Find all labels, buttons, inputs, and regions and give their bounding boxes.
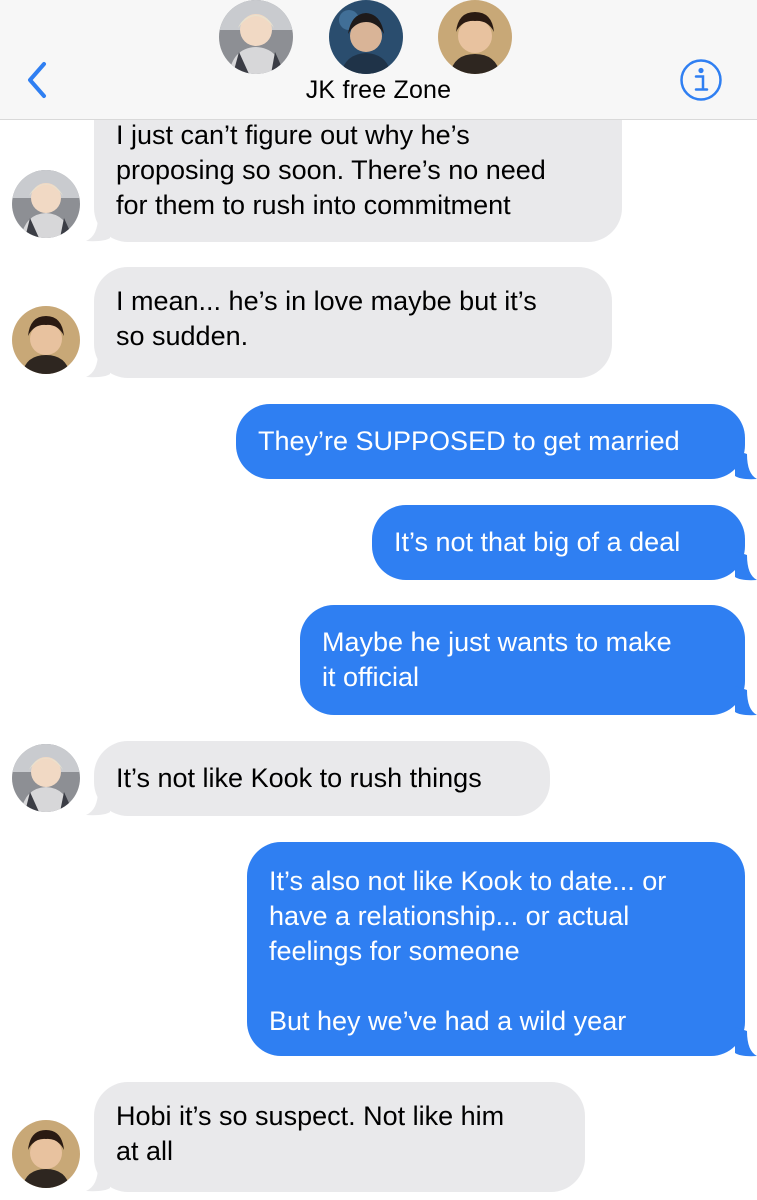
message-bubble-incoming[interactable]: It’s not like Kook to rush things (94, 741, 550, 816)
message-text: for them to rush into commitment (116, 190, 511, 220)
message-bubble-incoming[interactable]: I mean... he’s in love maybe but it’s so… (94, 267, 612, 378)
sender-avatar-3[interactable] (12, 1120, 80, 1188)
bubble-tail (735, 686, 757, 716)
info-circle-icon (680, 59, 722, 101)
message-text: I mean... he’s in love maybe but it’s (116, 286, 537, 316)
message-bubble-outgoing[interactable]: It’s also not like Kook to date... or ha… (247, 842, 745, 1056)
message-text: It’s not that big of a deal (394, 527, 681, 557)
sender-avatar-1[interactable] (12, 170, 80, 238)
back-button[interactable] (22, 58, 52, 102)
message-text: it official (322, 662, 420, 692)
message-text: feelings for someone (269, 936, 520, 966)
message-text: It’s also not like Kook to date... or (269, 866, 667, 896)
chevron-left-icon (28, 62, 46, 98)
group-member-avatar-1[interactable] (219, 0, 293, 74)
message-text: I just can’t figure out why he’s (116, 120, 470, 150)
bubble-tail (735, 1027, 757, 1057)
message-text: It’s not like Kook to rush things (116, 763, 482, 793)
message-bubble-incoming[interactable]: Hobi it’s so suspect. Not like him at al… (94, 1082, 585, 1192)
message-text: Maybe he just wants to make (322, 627, 672, 657)
message-bubble-incoming[interactable]: I just can’t figure out why he’s proposi… (94, 100, 622, 242)
bubble-tail (735, 551, 757, 581)
message-text: Hobi it’s so suspect. Not like him (116, 1101, 505, 1131)
conversation-header: JK free Zone (0, 0, 757, 120)
message-text: at all (116, 1136, 174, 1166)
sender-avatar-1[interactable] (12, 744, 80, 812)
message-text: proposing so soon. There’s no need (116, 155, 546, 185)
info-button[interactable] (679, 58, 723, 102)
message-bubble-outgoing[interactable]: It’s not that big of a deal (372, 505, 745, 580)
message-text: have a relationship... or actual (269, 901, 630, 931)
message-text: so sudden. (116, 321, 249, 351)
message-text: They’re SUPPOSED to get married (258, 426, 680, 456)
message-bubble-outgoing[interactable]: Maybe he just wants to make it official (300, 605, 745, 715)
conversation-title: JK free Zone (305, 76, 452, 104)
message-bubble-outgoing[interactable]: They’re SUPPOSED to get married (236, 404, 745, 479)
group-member-avatar-3[interactable] (438, 0, 512, 74)
bubble-tail (735, 450, 757, 480)
message-text: But hey we’ve had a wild year (269, 1006, 627, 1036)
group-member-avatar-2[interactable] (329, 0, 403, 74)
sender-avatar-3[interactable] (12, 306, 80, 374)
